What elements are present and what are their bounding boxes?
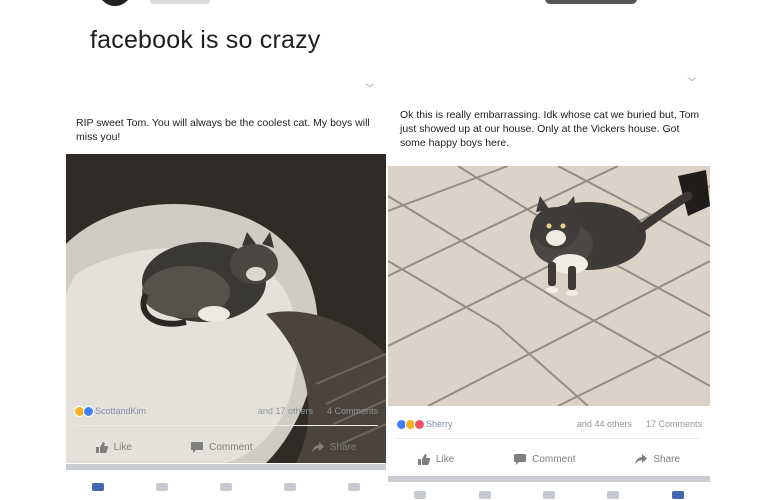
like-reaction-icon — [83, 405, 94, 417]
share-button[interactable]: Share — [635, 453, 681, 465]
bottom-nav — [66, 478, 386, 496]
marketplace-tab-icon[interactable] — [542, 491, 555, 499]
menu-tab-icon[interactable] — [348, 483, 360, 491]
share-icon — [635, 453, 648, 465]
reactor-name[interactable]: ScottandKim — [95, 406, 146, 416]
chevron-down-icon[interactable]: ⌄ — [362, 74, 378, 91]
love-reaction-icon — [414, 418, 425, 430]
post-caption: RIP sweet Tom. You will always be the co… — [76, 117, 370, 143]
post-actions: Like Comment Share — [388, 446, 710, 472]
facebook-post-left: ⌄ RIP sweet Tom. You will always be the … — [66, 70, 386, 500]
post-actions: Like Comment Share — [66, 434, 386, 460]
reaction-count[interactable]: and 17 others — [258, 406, 313, 416]
like-label: Like — [113, 441, 132, 453]
reaction-icons — [74, 405, 94, 417]
follow-button[interactable] — [545, 0, 637, 4]
like-label: Like — [435, 453, 455, 465]
avatar[interactable] — [98, 0, 132, 6]
comment-count[interactable]: 4 Comments — [327, 406, 378, 416]
comment-icon — [191, 441, 204, 453]
menu-tab-icon[interactable] — [671, 491, 684, 499]
marketplace-tab-icon[interactable] — [220, 483, 232, 491]
news-feed-tab-icon[interactable] — [92, 483, 104, 491]
like-button[interactable]: Like — [417, 453, 455, 465]
comment-button[interactable]: Comment — [514, 453, 576, 465]
divider — [74, 425, 378, 426]
share-label: Share — [329, 441, 357, 453]
reaction-icons — [396, 418, 425, 430]
comment-label: Comment — [209, 441, 253, 453]
share-button[interactable]: Share — [311, 441, 357, 453]
notifications-tab-icon[interactable] — [607, 491, 620, 499]
chevron-down-icon[interactable]: ⌄ — [684, 68, 700, 85]
friends-tab-icon[interactable] — [478, 491, 491, 499]
comment-icon — [514, 453, 527, 465]
reactor-name[interactable]: Sherry — [426, 419, 453, 429]
thumbs-up-icon — [95, 441, 108, 453]
reaction-summary[interactable]: Sherry and 44 others 17 Comments — [396, 416, 702, 432]
friends-tab-icon[interactable] — [156, 483, 168, 491]
section-separator — [388, 476, 710, 482]
share-icon — [311, 441, 324, 453]
comment-button[interactable]: Comment — [191, 441, 253, 453]
tweet-text: facebook is so crazy — [90, 26, 321, 54]
post-photo-cat-on-tile[interactable] — [388, 166, 710, 406]
share-label: Share — [653, 453, 681, 465]
like-button[interactable]: Like — [95, 441, 132, 453]
comment-label: Comment — [532, 453, 576, 465]
divider — [396, 438, 702, 439]
comment-count[interactable]: 17 Comments — [646, 419, 702, 429]
post-caption: Ok this is really embarrassing. Idk whos… — [400, 109, 700, 149]
reaction-count[interactable]: and 44 others — [577, 419, 632, 429]
bottom-nav — [388, 486, 710, 500]
username-blurred — [150, 0, 210, 4]
notifications-tab-icon[interactable] — [284, 483, 296, 491]
reaction-summary[interactable]: ScottandKim and 17 others 4 Comments — [74, 403, 378, 419]
section-separator — [66, 464, 386, 470]
facebook-post-right: ⌄ Ok this is really embarrassing. Idk wh… — [388, 62, 710, 500]
thumbs-up-icon — [417, 453, 430, 465]
news-feed-tab-icon[interactable] — [414, 491, 427, 499]
